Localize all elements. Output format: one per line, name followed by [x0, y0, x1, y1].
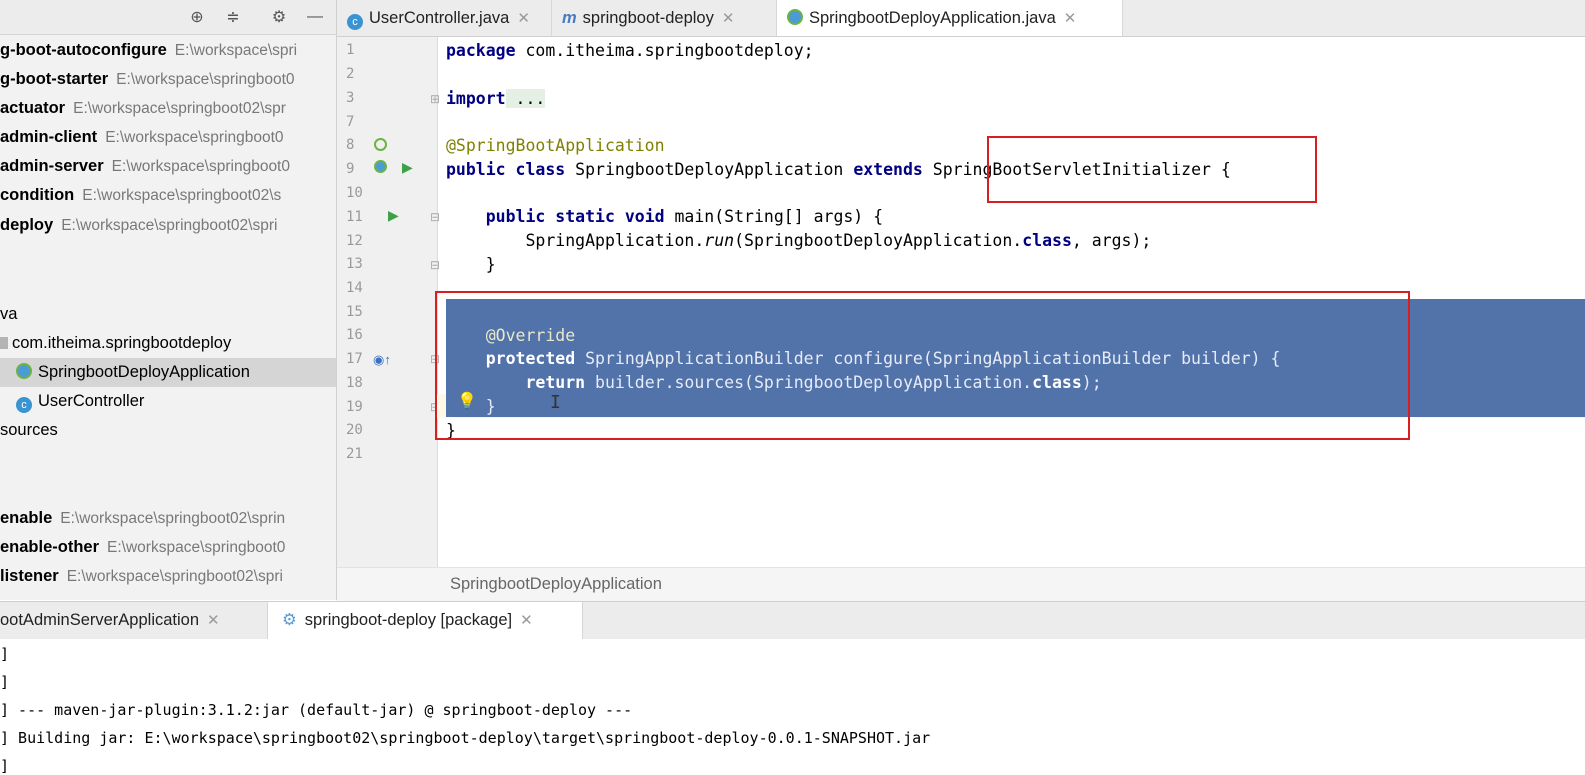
highlight-box-superclass: [987, 136, 1317, 203]
project-panel: ⊕ ≑ ⚙ — g-boot-autoconfigure E:\workspace…: [0, 0, 337, 600]
line-number: 1: [346, 42, 355, 58]
fold-icon[interactable]: ⊟: [430, 258, 440, 272]
spring-boot-icon[interactable]: [374, 160, 387, 173]
console-line: ]: [0, 757, 10, 775]
line-number: 18: [346, 375, 363, 391]
line-number: 10: [346, 185, 363, 201]
console-line: ]: [0, 645, 10, 663]
gear-icon[interactable]: ⚙: [268, 6, 290, 28]
line-number: 16: [346, 327, 363, 343]
close-icon[interactable]: ✕: [207, 612, 220, 629]
line-number: 14: [346, 280, 363, 296]
tree-module[interactable]: g-boot-autoconfigure E:\workspace\spri: [0, 36, 297, 65]
highlight-box-configure-method: [435, 291, 1410, 440]
tree-package[interactable]: com.itheima.springbootdeploy: [0, 329, 231, 358]
close-icon[interactable]: ✕: [517, 10, 530, 27]
console-line: ] Building jar: E:\workspace\springboot0…: [0, 729, 931, 747]
tree-module[interactable]: admin-client E:\workspace\springboot0: [0, 123, 284, 152]
line-number: 12: [346, 233, 363, 249]
tree-class-selected[interactable]: SpringbootDeployApplication: [0, 358, 336, 387]
line-number: 19: [346, 399, 363, 415]
tab-springboot-deploy-application[interactable]: SpringbootDeployApplication.java ✕: [777, 0, 1123, 36]
run-icon[interactable]: ▶: [402, 159, 413, 176]
hide-icon[interactable]: —: [304, 6, 326, 28]
line-number: 15: [346, 304, 363, 320]
code-line-1[interactable]: package com.itheima.springbootdeploy;: [446, 40, 814, 62]
line-number: 7: [346, 114, 355, 130]
line-number: 17: [346, 351, 363, 367]
code-line-3[interactable]: import ...: [446, 88, 546, 110]
tab-user-controller[interactable]: c UserController.java ✕: [337, 0, 552, 36]
maven-icon: m: [562, 9, 577, 27]
breadcrumb: SpringbootDeployApplication: [337, 567, 1585, 601]
line-number: 2: [346, 66, 355, 82]
tree-module[interactable]: admin-server E:\workspace\springboot0: [0, 152, 290, 181]
close-icon[interactable]: ✕: [520, 612, 533, 629]
class-icon: c: [16, 397, 32, 413]
code-line-8[interactable]: @SpringBootApplication: [446, 135, 665, 157]
run-icon[interactable]: ▶: [388, 207, 399, 224]
tree-folder-resources[interactable]: sources: [0, 416, 58, 445]
spring-boot-icon: [787, 9, 803, 25]
line-number: 9: [346, 161, 355, 177]
tree-folder-java[interactable]: va: [0, 300, 17, 329]
package-icon: [0, 337, 8, 349]
project-toolbar: ⊕ ≑ ⚙ —: [0, 0, 336, 35]
line-number: 21: [346, 446, 363, 462]
fold-icon[interactable]: ⊞: [430, 92, 440, 106]
tree-module[interactable]: listener E:\workspace\springboot02\spri: [0, 562, 283, 591]
line-number: 3: [346, 90, 355, 106]
tree-module[interactable]: g-boot-starter E:\workspace\springboot0: [0, 65, 295, 94]
line-number: 11: [346, 209, 363, 225]
tab-admin-server-run[interactable]: ootAdminServerApplication ✕: [0, 602, 265, 639]
breadcrumb-item[interactable]: SpringbootDeployApplication: [450, 575, 662, 594]
tree-module[interactable]: condition E:\workspace\springboot02\s: [0, 181, 281, 210]
tree-module[interactable]: enable E:\workspace\springboot02\sprin: [0, 504, 285, 533]
close-icon[interactable]: ✕: [1064, 10, 1077, 27]
tree-module[interactable]: deploy E:\workspace\springboot02\spri: [0, 211, 277, 240]
line-number: 8: [346, 137, 355, 153]
code-line-11[interactable]: public static void main(String[] args) {: [446, 206, 883, 228]
code-line-13[interactable]: }: [446, 254, 496, 276]
spring-bean-icon[interactable]: [374, 138, 387, 151]
run-tab-bar: ootAdminServerApplication ✕ ⚙ springboot-d…: [0, 601, 1585, 640]
class-icon: c: [347, 14, 363, 30]
locate-icon[interactable]: ⊕: [186, 6, 208, 28]
console-line: ] --- maven-jar-plugin:3.1.2:jar (defaul…: [0, 701, 633, 719]
console-line: ]: [0, 673, 10, 691]
tree-module[interactable]: enable-other E:\workspace\springboot0: [0, 533, 285, 562]
close-icon[interactable]: ✕: [722, 10, 735, 27]
gear-icon: ⚙: [282, 611, 297, 629]
override-icon[interactable]: ◉↑: [373, 352, 391, 368]
line-number: 13: [346, 256, 363, 272]
code-line-12[interactable]: SpringApplication.run(SpringbootDeployAp…: [446, 230, 1151, 252]
tab-springboot-deploy-package[interactable]: ⚙ springboot-deploy [package] ✕: [267, 602, 583, 639]
line-number: 20: [346, 422, 363, 438]
editor-tab-bar: c UserController.java ✕ m springboot-deploy…: [337, 0, 1585, 37]
fold-icon[interactable]: ⊟: [430, 210, 440, 224]
collapse-all-icon[interactable]: ≑: [222, 6, 244, 28]
tree-module[interactable]: actuator E:\workspace\springboot02\spr: [0, 94, 286, 123]
tree-class[interactable]: c UserController: [0, 387, 144, 416]
console-output[interactable]: ] ] ] --- maven-jar-plugin:3.1.2:jar (de…: [0, 639, 1585, 775]
spring-boot-icon: [16, 363, 32, 379]
tab-springboot-deploy[interactable]: m springboot-deploy ✕: [552, 0, 777, 36]
